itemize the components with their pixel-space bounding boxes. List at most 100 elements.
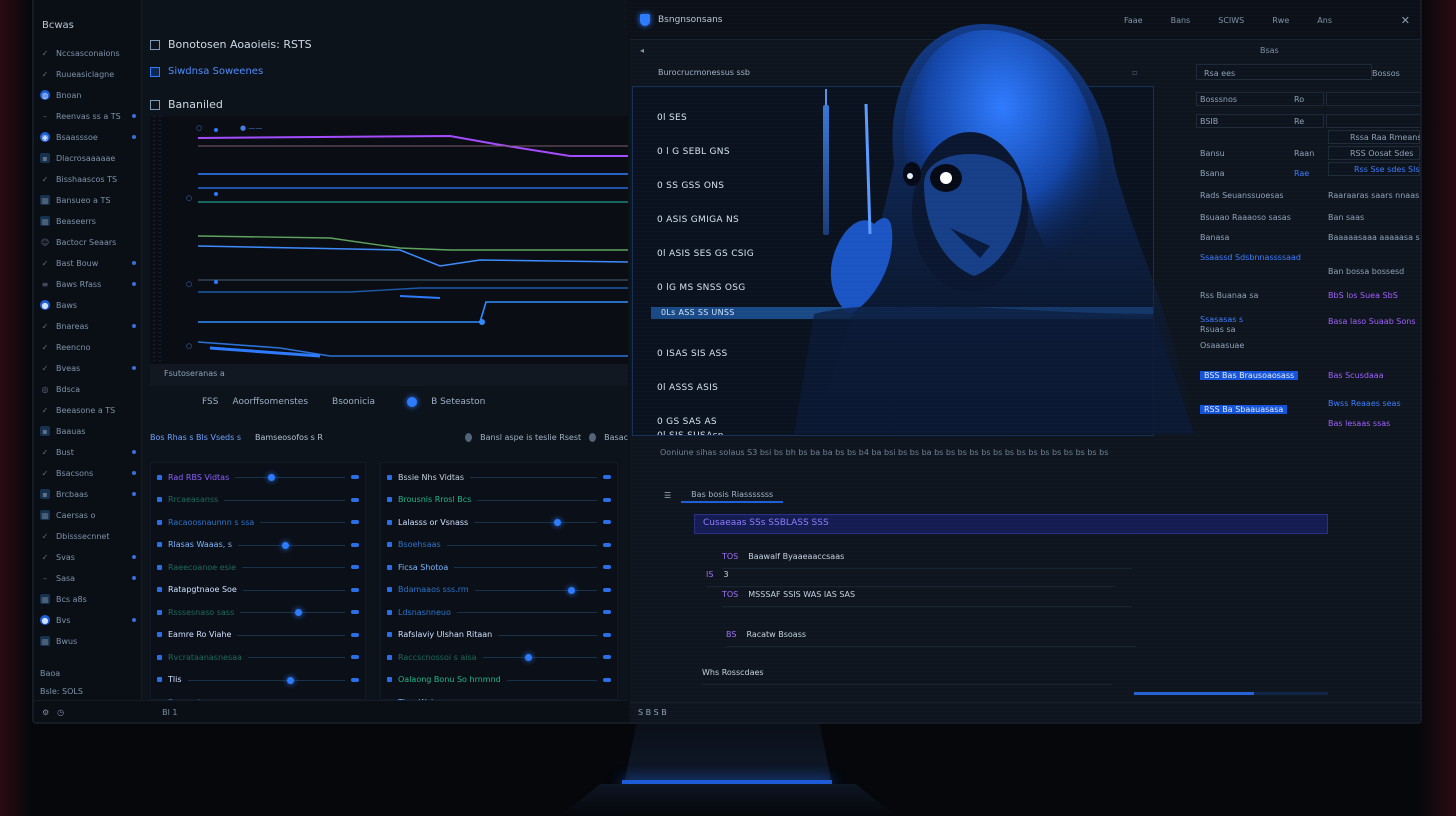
row-action-icon[interactable]: ◔: [1420, 598, 1422, 608]
slider-knob[interactable]: [294, 609, 302, 616]
sidebar-item[interactable]: ◍ Bnoan: [40, 86, 136, 104]
sidebar-item[interactable]: ✓ Nccsasconaions: [40, 44, 136, 62]
detail-tab[interactable]: Rwe: [1272, 16, 1289, 25]
slider-knob[interactable]: [268, 474, 276, 481]
metric-row[interactable]: Ratapgtnaoe Soe: [157, 580, 359, 600]
sidebar-item[interactable]: ◉ Bsaasssoe: [40, 128, 136, 146]
sidebar-footer-b[interactable]: Bsle: SOLS: [40, 682, 136, 700]
tab-tree[interactable]: Bas bosis Riasssssss: [681, 488, 784, 503]
tree-row[interactable]: IS 3: [706, 570, 729, 579]
settings-icon[interactable]: ⚙: [42, 708, 49, 717]
tree-selected-row[interactable]: Cusaeaas SSs SSBLASS SSS: [694, 514, 1328, 534]
toggle-icon: [465, 432, 473, 442]
detail-tab[interactable]: SCIWS: [1218, 16, 1244, 25]
sidebar-item[interactable]: ≡ Baws Rfass: [40, 275, 136, 293]
metric-row[interactable]: Ficsa Shotoa: [387, 557, 611, 577]
sidebar-item[interactable]: ☺ Bactocr Seaars: [40, 233, 136, 251]
tree-row[interactable]: Whs Rosscdaes: [702, 668, 764, 677]
slider-knob[interactable]: [554, 519, 562, 526]
option-2[interactable]: RSS Oosat Sdes: [1350, 146, 1413, 160]
sidebar-item[interactable]: ✓ Bveas: [40, 359, 136, 377]
mini-header-c[interactable]: Bansl aspe is teslie Rsest Basac: [465, 432, 628, 442]
field-value: Basa laso Suaab Sons: [1328, 314, 1416, 328]
chart-toolbar-c[interactable]: Bsoonicia: [332, 397, 375, 407]
highlight-row[interactable]: BSS Bas Brausoaosass: [1200, 368, 1299, 382]
metric-row[interactable]: Bssie Nhs Vidtas: [387, 467, 611, 487]
metric-row[interactable]: Ldsnasnneuo: [387, 602, 611, 622]
row-action-icon[interactable]: ◔: [1420, 558, 1422, 568]
sidebar-item[interactable]: ✓ Bast Bouw: [40, 254, 136, 272]
toggle-dot-icon[interactable]: [407, 397, 418, 407]
slider-knob[interactable]: [567, 586, 575, 594]
option-1[interactable]: Rssa Raa Rmeansa: [1350, 130, 1420, 144]
row-action-icon[interactable]: ◔: [1420, 636, 1422, 646]
sidebar-item[interactable]: ✓ Reencno: [40, 338, 136, 356]
metric-row[interactable]: Raeecoanoe esie: [157, 557, 359, 577]
footer-controls[interactable]: S B S B: [638, 708, 667, 717]
metric-row[interactable]: Lalasss or Vsnass: [387, 512, 611, 532]
sidebar-item[interactable]: ▪ Baauas: [40, 422, 136, 440]
mini-header-b[interactable]: Bamseosofos s R: [255, 433, 323, 442]
sidebar-item[interactable]: – Reenvas ss a TS: [40, 107, 136, 125]
metric-row[interactable]: Rad RBS Vidtas: [157, 467, 359, 487]
metric-row[interactable]: Bsoehsaas: [387, 535, 611, 555]
sidebar-item[interactable]: ◎ Bdsca: [40, 380, 136, 398]
chart-toolbar-b[interactable]: Aoorffsomenstes: [232, 397, 308, 407]
close-icon[interactable]: ✕: [1401, 14, 1410, 27]
sidebar-item[interactable]: ▦ Caersas o: [40, 506, 136, 524]
row-action-icon[interactable]: ◔: [1420, 538, 1422, 548]
sidebar-item[interactable]: ● Baws: [40, 296, 136, 314]
metric-row[interactable]: Eamre Ro Viahe: [157, 625, 359, 645]
sidebar-item[interactable]: ✓ Beeasone a TS: [40, 401, 136, 419]
metric-row[interactable]: Tlis: [157, 670, 359, 690]
chart-toolbar-d[interactable]: B Seteaston: [431, 397, 485, 407]
sidebar-item[interactable]: ▪ Brcbaas: [40, 485, 136, 503]
metric-row[interactable]: Raccscnossoi s aisa: [387, 647, 611, 667]
sidebar-footer-a[interactable]: Baoa: [40, 664, 136, 682]
tree-row[interactable]: BS Racatw Bsoass: [726, 630, 806, 639]
sidebar-item[interactable]: ✓ Bsacsons: [40, 464, 136, 482]
series-point[interactable]: [479, 319, 485, 325]
metric-row[interactable]: Rlasas Waaas, s: [157, 535, 359, 555]
detail-tab[interactable]: Ans: [1317, 16, 1332, 25]
metric-row[interactable]: Oalaong Bonu So hrnmnd: [387, 670, 611, 690]
sidebar-item[interactable]: ✓ Ruueasiclagne: [40, 65, 136, 83]
sidebar-top-label[interactable]: Bcwas: [42, 20, 74, 31]
sidebar-item[interactable]: ✓ Bust: [40, 443, 136, 461]
sidebar-item[interactable]: ● Bvs: [40, 611, 136, 629]
metric-row[interactable]: Rsssesnaso sass: [157, 602, 359, 622]
sidebar-item[interactable]: ▦ Bwus: [40, 632, 136, 650]
sidebar-item[interactable]: ✓ Bnareas: [40, 317, 136, 335]
tree-icon[interactable]: ☰: [664, 491, 671, 500]
chart-toolbar-a[interactable]: FSS: [202, 397, 218, 407]
metric-row[interactable]: Rafslaviy Ulshan Ritaan: [387, 625, 611, 645]
sidebar-item[interactable]: ▦ Beaseerrs: [40, 212, 136, 230]
field-box[interactable]: [1326, 92, 1420, 106]
metric-row[interactable]: Rvcrataanasnesaa: [157, 647, 359, 667]
field-box[interactable]: [1326, 114, 1420, 128]
sidebar-item[interactable]: ✓ Bisshaascos TS: [40, 170, 136, 188]
sidebar-item[interactable]: – Sasa: [40, 569, 136, 587]
sidebar-item[interactable]: ▦ Bansueo a TS: [40, 191, 136, 209]
tree-row[interactable]: TOS Baawalf Byaaeaaccsaas: [722, 552, 844, 561]
slider-knob[interactable]: [281, 541, 289, 549]
metric-row[interactable]: Rrcaeasanss: [157, 490, 359, 510]
option-3[interactable]: Rss Sse sdes Sls: [1354, 162, 1420, 176]
info-icon[interactable]: ◷: [57, 708, 64, 717]
dashboard-subtitle[interactable]: Siwdnsa Soweenes: [150, 66, 263, 77]
search-button[interactable]: Bossos: [1372, 66, 1400, 80]
metric-row[interactable]: Racaoosnaunnn s ssa: [157, 512, 359, 532]
indicator-icon: [603, 520, 611, 524]
slider-knob[interactable]: [524, 654, 532, 661]
sidebar-item[interactable]: ✓ Dbisssecnnet: [40, 527, 136, 545]
sidebar-item[interactable]: ▪ Dlacrosaaaaae: [40, 149, 136, 167]
mini-header-a[interactable]: Bos Rhas s Bls Vseds s: [150, 433, 241, 442]
slider-knob[interactable]: [286, 676, 294, 684]
tree-row[interactable]: TOS MSSSAF SSIS WAS IAS SAS: [722, 590, 855, 599]
sidebar-item[interactable]: ✓ Svas: [40, 548, 136, 566]
row-action-icon[interactable]: ◔: [1420, 520, 1422, 530]
metric-row[interactable]: Brousnis Rrosl Bcs: [387, 490, 611, 510]
sidebar-item[interactable]: ▦ Bcs a8s: [40, 590, 136, 608]
back-icon[interactable]: ◂: [640, 46, 644, 55]
metric-row[interactable]: Bdamaaos sss.rm: [387, 580, 611, 600]
